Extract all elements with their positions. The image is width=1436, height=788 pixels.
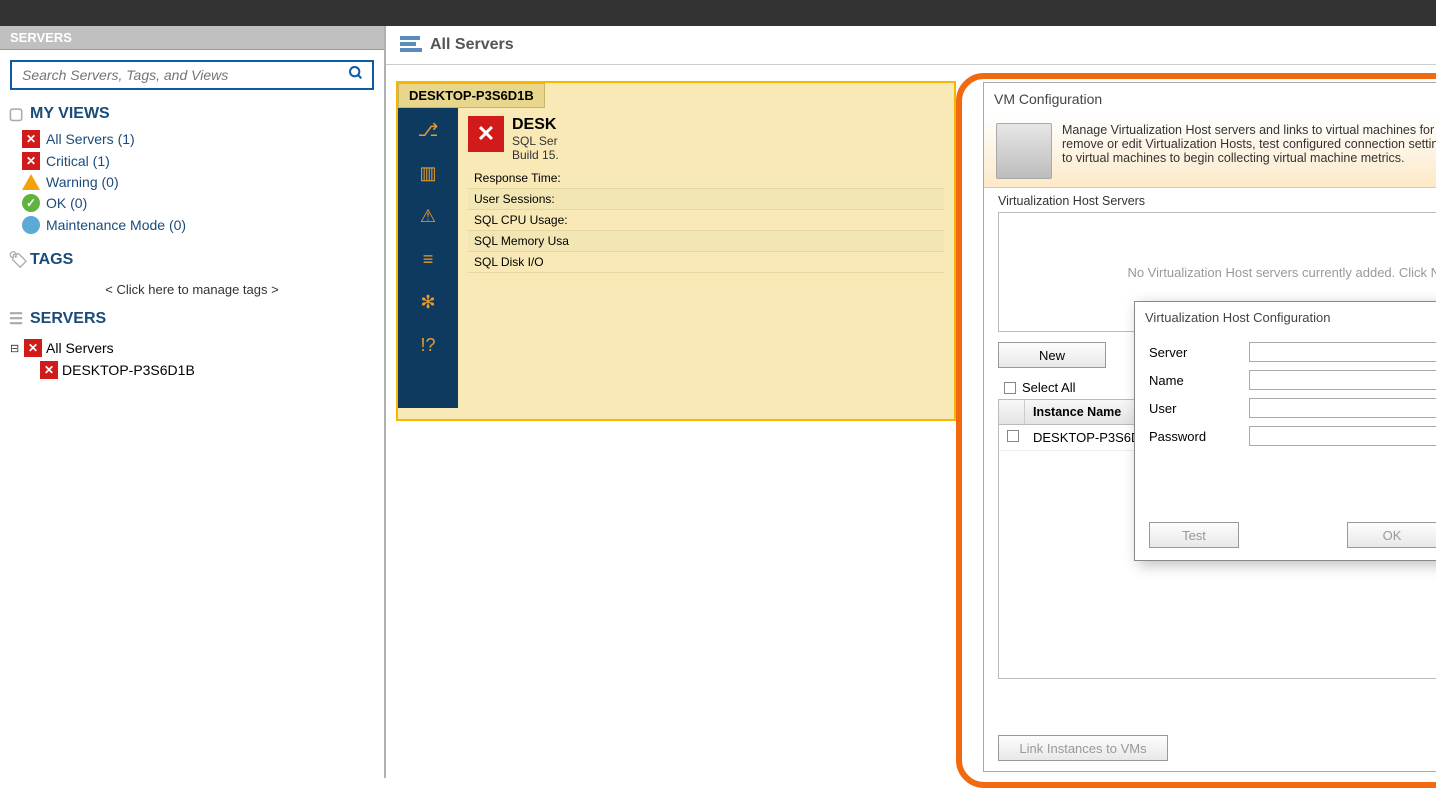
host-config-dialog: Virtualization Host Configuration ? ✕ Se… <box>1134 301 1436 561</box>
window-icon: ▢ <box>8 104 24 124</box>
dialog-titlebar: Virtualization Host Configuration ? ✕ <box>1135 302 1436 332</box>
all-servers-header: All Servers <box>386 26 1436 65</box>
stat-row: Response Time: <box>468 168 944 189</box>
server-tower-icon <box>996 123 1052 179</box>
row-checkbox[interactable] <box>1007 430 1019 442</box>
all-servers-title: All Servers <box>430 36 514 54</box>
dialog-title: VM Configuration <box>994 91 1102 107</box>
search-box[interactable] <box>10 60 374 90</box>
view-all-servers[interactable]: ✕ All Servers (1) <box>22 128 368 150</box>
chart-icon[interactable]: ▥ <box>419 163 436 184</box>
select-all-checkbox[interactable] <box>1004 382 1016 394</box>
ok-icon: ✓ <box>22 194 40 212</box>
dialog-footer: Test OK Cancel <box>1135 522 1436 548</box>
stat-row: SQL Memory Usa <box>468 231 944 252</box>
tag-icon: 🏷 <box>8 250 24 270</box>
tags-title: TAGS <box>30 251 73 269</box>
host-form: Server ! Name ! User ! Password <box>1135 332 1436 446</box>
servers-root-label: All Servers <box>46 340 114 356</box>
new-button[interactable]: New <box>998 342 1106 368</box>
ok-button[interactable]: OK <box>1347 522 1436 548</box>
name-label: Name <box>1149 373 1249 388</box>
servers-title: SERVERS <box>30 310 106 328</box>
top-menu-bar <box>0 0 1436 26</box>
view-warning[interactable]: Warning (0) <box>22 172 368 192</box>
my-views-title: MY VIEWS <box>30 105 110 123</box>
server-card-tab[interactable]: DESKTOP-P3S6D1B <box>398 83 545 108</box>
critical-icon: ✕ <box>22 152 40 170</box>
banner-text: Manage Virtualization Host servers and l… <box>1062 123 1436 179</box>
warning-icon <box>22 174 40 190</box>
dialog-title: Virtualization Host Configuration <box>1145 310 1330 325</box>
server-input[interactable] <box>1249 342 1436 362</box>
server-label: Server <box>1149 345 1249 360</box>
my-views-header[interactable]: ▢ MY VIEWS <box>0 100 384 128</box>
test-button[interactable]: Test <box>1149 522 1239 548</box>
manage-tags-link[interactable]: < Click here to manage tags > <box>0 274 384 305</box>
link-instances-button[interactable]: Link Instances to VMs <box>998 735 1168 761</box>
servers-root[interactable]: ⊟ ✕ All Servers <box>10 337 374 359</box>
tags-header[interactable]: 🏷 TAGS <box>0 246 384 274</box>
password-input[interactable] <box>1249 426 1436 446</box>
stat-row: SQL CPU Usage: <box>468 210 944 231</box>
critical-icon: ✕ <box>24 339 42 357</box>
user-row: User ! <box>1149 398 1436 418</box>
servers-icon <box>400 36 422 54</box>
select-all-label: Select All <box>1022 380 1075 395</box>
user-label: User <box>1149 401 1249 416</box>
card-sub2: Build 15. <box>512 148 559 162</box>
list-icon: ☰ <box>8 309 24 329</box>
card-nav: ⎇ ▥ ⚠ ≡ ✻ !? <box>398 108 458 408</box>
stats-table: Response Time: User Sessions: SQL CPU Us… <box>468 168 944 273</box>
help-icon[interactable]: !? <box>420 335 435 356</box>
critical-icon: ✕ <box>22 130 40 148</box>
sidebar: SERVERS ▢ MY VIEWS ✕ All Servers (1) ✕ Cri… <box>0 26 386 778</box>
name-row: Name ! <box>1149 370 1436 390</box>
my-views-tree: ✕ All Servers (1) ✕ Critical (1) Warning (… <box>0 128 384 246</box>
password-row: Password ! <box>1149 426 1436 446</box>
view-label: Warning (0) <box>46 174 119 190</box>
sidebar-header: SERVERS <box>0 26 384 50</box>
server-card: DESKTOP-P3S6D1B ⎇ ▥ ⚠ ≡ ✻ !? ✕ DESK SQL … <box>396 81 956 421</box>
view-label: All Servers (1) <box>46 131 135 147</box>
search-icon[interactable] <box>348 65 364 86</box>
password-label: Password <box>1149 429 1249 444</box>
card-sub1: SQL Ser <box>512 134 559 148</box>
search-input[interactable] <box>20 66 348 84</box>
collapse-icon[interactable]: ⊟ <box>10 342 24 355</box>
view-label: OK (0) <box>46 195 87 211</box>
stat-row: User Sessions: <box>468 189 944 210</box>
name-input[interactable] <box>1249 370 1436 390</box>
dialog-footer: Link Instances to VMs OK Cancel <box>984 735 1436 761</box>
stat-row: SQL Disk I/O <box>468 252 944 273</box>
user-input[interactable] <box>1249 398 1436 418</box>
server-row: Server ! <box>1149 342 1436 362</box>
server-node[interactable]: ✕ DESKTOP-P3S6D1B <box>10 359 374 381</box>
servers-header[interactable]: ☰ SERVERS <box>0 305 384 333</box>
view-critical[interactable]: ✕ Critical (1) <box>22 150 368 172</box>
view-ok[interactable]: ✓ OK (0) <box>22 192 368 214</box>
critical-icon: ✕ <box>468 116 504 152</box>
dialog-banner: Manage Virtualization Host servers and l… <box>984 115 1436 188</box>
view-label: Maintenance Mode (0) <box>46 217 186 233</box>
hosts-empty-text: No Virtualization Host servers currently… <box>1127 265 1436 280</box>
servers-tree: ⊟ ✕ All Servers ✕ DESKTOP-P3S6D1B <box>0 333 384 381</box>
server-node-label: DESKTOP-P3S6D1B <box>62 362 195 378</box>
db-icon[interactable]: ≡ <box>423 249 434 270</box>
content-area: All Servers DESKTOP-P3S6D1B ⎇ ▥ ⚠ ≡ ✻ !?… <box>386 26 1436 778</box>
settings-icon[interactable]: ✻ <box>420 292 435 313</box>
branch-icon[interactable]: ⎇ <box>418 120 439 141</box>
dialog-titlebar: VM Configuration ? ✕ <box>984 83 1436 115</box>
critical-icon: ✕ <box>40 361 58 379</box>
maintenance-icon <box>22 216 40 234</box>
card-title: DESK <box>512 116 559 134</box>
view-label: Critical (1) <box>46 153 110 169</box>
hosts-label: Virtualization Host Servers <box>984 188 1436 210</box>
alert-icon[interactable]: ⚠ <box>420 206 436 227</box>
view-maintenance[interactable]: Maintenance Mode (0) <box>22 214 368 236</box>
